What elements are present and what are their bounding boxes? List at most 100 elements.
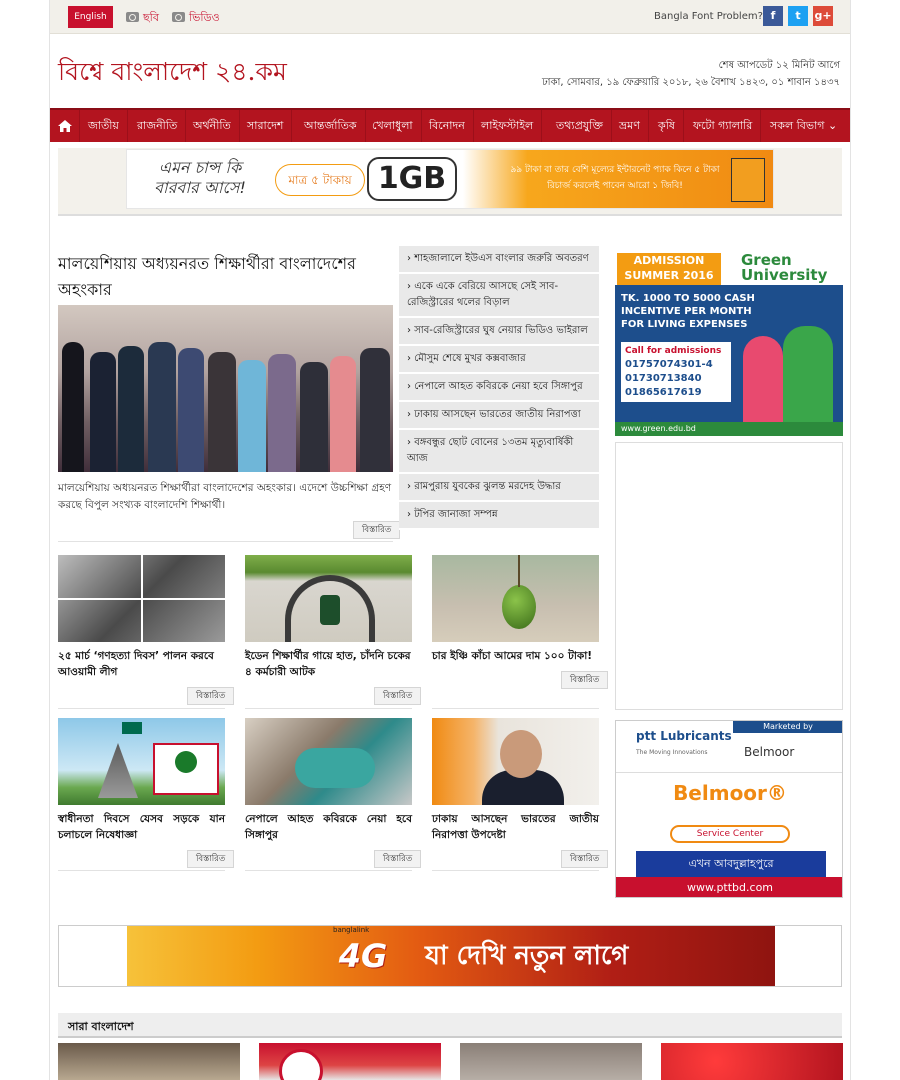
list-item-label: মৌসুম শেষে মুখর কক্সবাজার [414, 353, 526, 364]
banner-ad-headline: এমন চান্স কি বারবার আসে! [154, 158, 246, 197]
list-item[interactable]: › শাহজালালে ইউএস বাংলার জরুরি অবতরণ [399, 246, 599, 274]
lead-story-title[interactable]: মালয়েশিয়ায় অধ্যয়নরত শিক্ষার্থীরা বাং… [58, 251, 378, 303]
news-card-title[interactable]: নেপালে আহত কবিরকে নেয়া হবে সিঙ্গাপুর [245, 811, 412, 843]
news-card-image[interactable] [58, 555, 225, 642]
read-more-button[interactable]: বিস্তারিত [561, 671, 609, 689]
ptt-tagline: The Moving Innovations [636, 749, 708, 756]
list-item[interactable]: › বঙ্গবন্ধুর ছোট বোনের ১৩তম মৃত্যুবার্ষি… [399, 430, 599, 474]
list-item-label: রামপুরায় যুবকের ঝুলন্ত মরদেহ উদ্ধার [414, 481, 561, 492]
list-item[interactable]: › টপির জানাজা সম্পন্ন [399, 502, 599, 530]
news-card-image[interactable] [432, 718, 599, 805]
news-card-image[interactable] [58, 1043, 240, 1080]
list-item[interactable]: › মৌসুম শেষে মুখর কক্সবাজার [399, 346, 599, 374]
list-item-label: একে একে বেরিয়ে আসছে সেই সাব-রেজিস্ট্রার… [407, 281, 559, 308]
list-item-label: সাব-রেজিস্ট্রারের ঘুষ নেয়ার ভিডিও ভাইরা… [414, 325, 588, 336]
list-item[interactable]: › ঢাকায় আসছেন ভারতের জাতীয় নিরাপত্তা [399, 402, 599, 430]
belmoor-logo: Belmoor [744, 745, 795, 759]
admission-call-box: Call for admissions 01757074301-4 017307… [621, 342, 731, 402]
english-button[interactable]: English [68, 6, 113, 28]
banner-slogan: যা দেখি নতুন লাগে [425, 941, 629, 971]
belmoor-brand: Belmoor® [673, 781, 787, 805]
read-more-button[interactable]: বিস্তারিত [374, 687, 422, 705]
banner-ad-top[interactable]: এমন চান্স কি বারবার আসে! মাত্র ৫ টাকায় … [58, 148, 842, 216]
call-label: Call for admissions [625, 346, 722, 356]
list-item[interactable]: › নেপালে আহত কবিরকে নেয়া হবে সিঙ্গাপুর [399, 374, 599, 402]
divider [58, 870, 225, 871]
read-more-button[interactable]: বিস্তারিত [561, 850, 609, 868]
font-problem-link[interactable]: Bangla Font Problem? [654, 11, 763, 22]
ptt-brand: ptt Lubricants [636, 729, 732, 743]
green-university-ad[interactable]: ADMISSION SUMMER 2016 Green University T… [615, 250, 843, 436]
nav-item-economy[interactable]: অর্থনীতি [185, 110, 240, 142]
photo-link-label: ছবি [143, 11, 159, 24]
banner-ad-price: মাত্র ৫ টাকায় [275, 164, 365, 196]
banner-ad-top-inner: এমন চান্স কি বারবার আসে! মাত্র ৫ টাকায় … [126, 149, 774, 209]
video-link[interactable]: ভিডিও [172, 9, 220, 28]
lead-story-summary: মালয়েশিয়ায় অধ্যয়নরত শিক্ষার্থীরা বাং… [58, 482, 392, 511]
phone-numbers: 01757074301-4 01730713840 01865617619 [625, 359, 713, 398]
ptt-logo: ptt Lubricants The Moving Innovations [636, 729, 732, 760]
nav-item-all-sections[interactable]: সকল বিভাগ ⌄ [762, 110, 845, 142]
all-sections-label: সকল বিভাগ [770, 119, 825, 132]
news-card-title[interactable]: ইডেন শিক্ষার্থীর গায়ে হাত, চাঁদনি চকের … [245, 648, 412, 680]
read-more-button[interactable]: বিস্তারিত [353, 521, 401, 539]
university-name: Green University [741, 251, 828, 284]
lead-story-image[interactable] [58, 305, 393, 472]
news-card-image[interactable] [259, 1043, 441, 1080]
news-card-title[interactable]: ঢাকায় আসছেন ভারতের জাতীয় নিরাপত্তা উপদ… [432, 811, 599, 843]
photo-link[interactable]: ছবি [126, 9, 159, 28]
news-card-image[interactable] [245, 555, 412, 642]
nav-item-politics[interactable]: রাজনীতি [129, 110, 187, 142]
divider [245, 708, 412, 709]
nav-item-sports[interactable]: খেলাধুলা [364, 110, 422, 142]
read-more-button[interactable]: বিস্তারিত [374, 850, 422, 868]
news-card-image[interactable] [58, 718, 225, 805]
nav-item-technology[interactable]: তথ্যপ্রযুক্তি [548, 110, 612, 142]
news-card-image[interactable] [432, 555, 599, 642]
divider [432, 870, 599, 871]
list-item[interactable]: › একে একে বেরিয়ে আসছে সেই সাব-রেজিস্ট্র… [399, 274, 599, 318]
video-link-label: ভিডিও [189, 11, 220, 24]
nav-item-country[interactable]: সারাদেশ [239, 110, 293, 142]
news-card-image[interactable] [460, 1043, 642, 1080]
list-item[interactable]: › রামপুরায় যুবকের ঝুলন্ত মরদেহ উদ্ধার [399, 474, 599, 502]
read-more-button[interactable]: বিস্তারিত [187, 850, 235, 868]
site-logo[interactable]: বিশ্বে বাংলাদেশ ২৪.কম [58, 52, 287, 95]
home-icon[interactable] [50, 110, 80, 142]
ad-website: www.pttbd.com [616, 877, 842, 897]
nav-item-travel[interactable]: ভ্রমণ [611, 110, 649, 142]
facebook-icon[interactable]: f [763, 6, 783, 26]
list-item-label: বঙ্গবন্ধুর ছোট বোনের ১৩তম মৃত্যুবার্ষিকী… [407, 437, 574, 464]
list-item[interactable]: › সাব-রেজিস্ট্রারের ঘুষ নেয়ার ভিডিও ভাই… [399, 318, 599, 346]
banglalink-logo [731, 158, 765, 202]
google-plus-icon[interactable]: g+ [813, 6, 833, 26]
camera-icon [126, 12, 139, 22]
banner-ad-offer: ৯৯ টাকা বা তার বেশি মূল্যের ইন্টারনেট প্… [510, 165, 720, 191]
section-title[interactable]: সারা বাংলাদেশ [68, 1018, 134, 1037]
nav-item-national[interactable]: জাতীয় [80, 110, 128, 142]
latest-news-list: › শাহজালালে ইউএস বাংলার জরুরি অবতরণ › এক… [399, 246, 599, 530]
belmoor-ad[interactable]: ptt Lubricants The Moving Innovations Mar… [615, 720, 843, 898]
top-bar: English ছবি ভিডিও Bangla Font Problem? f… [50, 0, 850, 34]
location-banner: এখন আবদুল্লাহপুরে [636, 851, 826, 877]
news-card-image[interactable] [661, 1043, 843, 1080]
nav-item-lifestyle[interactable]: লাইফস্টাইল [473, 110, 543, 142]
news-card-image[interactable] [245, 718, 412, 805]
chevron-down-icon: ⌄ [828, 119, 838, 132]
divider [58, 708, 225, 709]
banner-ad-bottom[interactable]: banglalink 4G যা দেখি নতুন লাগে [58, 925, 842, 987]
nav-item-international[interactable]: আন্তর্জাতিক [296, 110, 366, 142]
nav-item-photo-gallery[interactable]: ফটো গ্যালারি [685, 110, 762, 142]
news-card-title[interactable]: ২৫ মার্চ ‘গণহত্যা দিবস’ পালন করবে আওয়াম… [58, 648, 225, 680]
news-card-title[interactable]: চার ইঞ্চি কাঁচা আমের দাম ১০০ টাকা! [432, 648, 599, 664]
camera-icon [172, 12, 185, 22]
banner-ad-bottom-inner: banglalink 4G যা দেখি নতুন লাগে [127, 926, 775, 986]
list-item-label: টপির জানাজা সম্পন্ন [414, 509, 498, 520]
twitter-icon[interactable]: t [788, 6, 808, 26]
ad-website: www.green.edu.bd [615, 422, 843, 436]
divider [432, 708, 599, 709]
nav-item-entertainment[interactable]: বিনোদন [421, 110, 474, 142]
read-more-button[interactable]: বিস্তারিত [187, 687, 235, 705]
nav-item-agriculture[interactable]: কৃষি [650, 110, 684, 142]
news-card-title[interactable]: স্বাধীনতা দিবসে যেসব সড়কে যান চলাচলে নি… [58, 811, 225, 843]
